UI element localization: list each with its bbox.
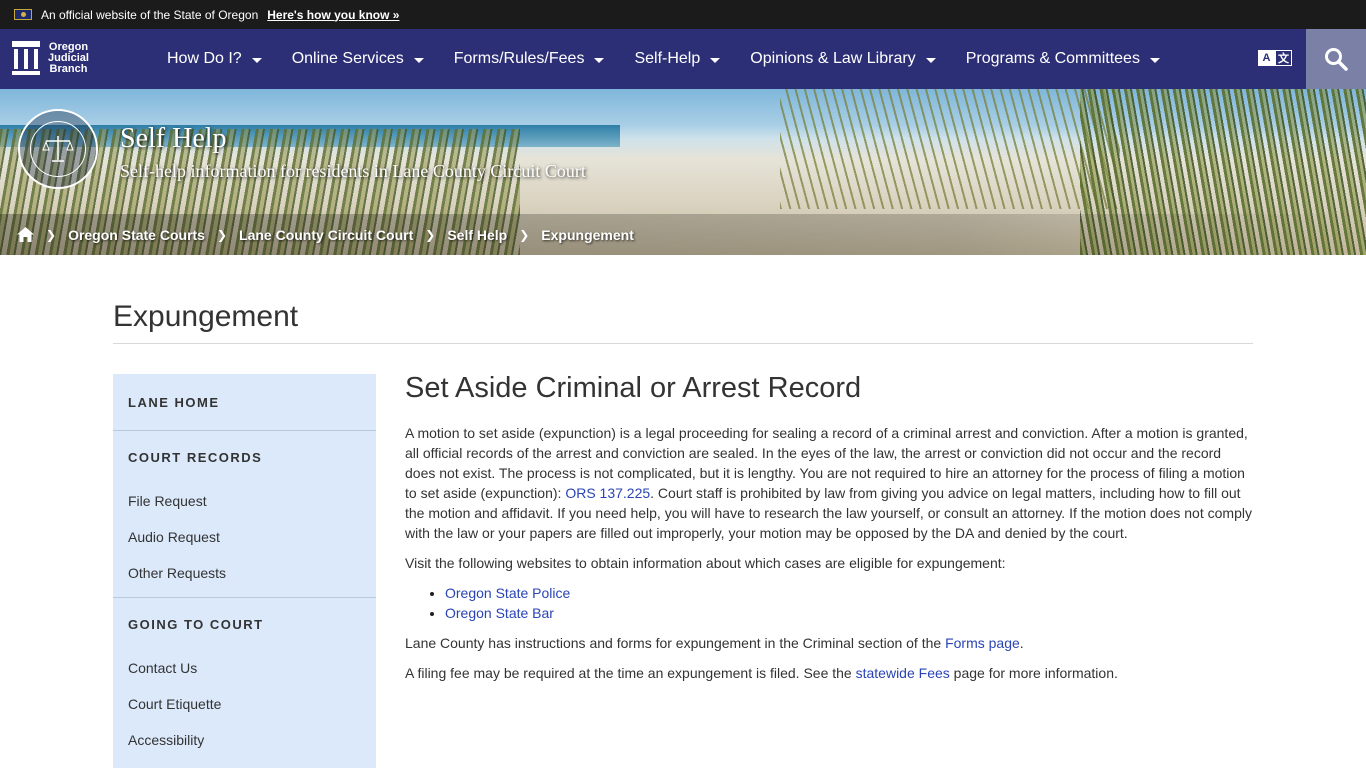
oregon-flag-icon — [14, 9, 32, 20]
chevron-down-icon — [710, 57, 721, 63]
fees-paragraph: A filing fee may be required at the time… — [405, 665, 1118, 681]
nav-forms-rules-fees[interactable]: Forms/Rules/Fees — [439, 50, 620, 68]
breadcrumb-self-help[interactable]: Self Help — [447, 227, 507, 243]
sidebar-item-other-requests[interactable]: Other Requests — [113, 555, 376, 591]
home-icon[interactable] — [17, 227, 34, 242]
breadcrumb-oregon-state-courts[interactable]: Oregon State Courts — [68, 227, 205, 243]
sidebar-item-file-request[interactable]: File Request — [113, 483, 376, 519]
official-banner-text: An official website of the State of Oreg… — [41, 7, 259, 22]
oregon-state-police-link[interactable]: Oregon State Police — [445, 585, 570, 601]
title-divider — [113, 343, 1253, 344]
how-you-know-link[interactable]: Here's how you know » — [267, 8, 399, 22]
nav-opinions-law-library[interactable]: Opinions & Law Library — [735, 50, 950, 68]
hero-grass — [780, 89, 1120, 209]
chevron-down-icon — [925, 57, 936, 63]
courthouse-columns-icon — [12, 41, 40, 75]
list-item: Oregon State Police — [445, 583, 1255, 603]
sidebar: LANE HOME COURT RECORDS File Request Aud… — [113, 374, 376, 768]
sidebar-heading-court-records[interactable]: COURT RECORDS — [113, 431, 376, 483]
statewide-fees-link[interactable]: statewide Fees — [856, 665, 950, 681]
main-navigation: Oregon Judicial Branch How Do I? Online … — [0, 29, 1366, 89]
chevron-right-icon: ❯ — [425, 227, 436, 242]
logo-text: Oregon Judicial Branch — [48, 40, 89, 75]
chevron-down-icon — [1149, 57, 1160, 63]
forms-page-link[interactable]: Forms page — [945, 635, 1020, 651]
sidebar-item-court-etiquette[interactable]: Court Etiquette — [113, 686, 376, 722]
nav-programs-committees[interactable]: Programs & Committees — [951, 50, 1175, 68]
forms-paragraph: Lane County has instructions and forms f… — [405, 635, 1024, 651]
sidebar-item-audio-request[interactable]: Audio Request — [113, 519, 376, 555]
chevron-down-icon — [594, 57, 605, 63]
chevron-right-icon: ❯ — [519, 227, 530, 242]
oregon-state-bar-link[interactable]: Oregon State Bar — [445, 605, 554, 621]
nav-self-help[interactable]: Self-Help — [619, 50, 735, 68]
sidebar-item-contact-us[interactable]: Contact Us — [113, 650, 376, 686]
eligibility-links-list: Oregon State Police Oregon State Bar — [445, 583, 1255, 623]
sidebar-item-accessibility[interactable]: Accessibility — [113, 722, 376, 758]
ors-137-225-link[interactable]: ORS 137.225 — [565, 485, 650, 501]
hero-subtitle: Self-help information for residents in L… — [120, 161, 586, 181]
content-heading: Set Aside Criminal or Arrest Record — [405, 372, 862, 404]
official-banner: An official website of the State of Oreg… — [0, 0, 1366, 29]
chevron-down-icon — [413, 57, 424, 63]
ojb-logo[interactable]: Oregon Judicial Branch — [12, 41, 89, 75]
search-icon — [1325, 48, 1348, 71]
judicial-seal-icon — [18, 109, 98, 189]
nav-menu: How Do I? Online Services Forms/Rules/Fe… — [152, 29, 1175, 89]
sidebar-lane-home[interactable]: LANE HOME — [113, 374, 376, 430]
nav-how-do-i[interactable]: How Do I? — [152, 50, 277, 68]
nav-online-services[interactable]: Online Services — [277, 50, 439, 68]
main-content: Set Aside Criminal or Arrest Record A mo… — [405, 372, 1255, 693]
breadcrumb: ❯ Oregon State Courts ❯ Lane County Circ… — [0, 214, 1366, 255]
list-item: Oregon State Bar — [445, 603, 1255, 623]
chevron-right-icon: ❯ — [46, 227, 57, 242]
intro-paragraph: A motion to set aside (expunction) is a … — [405, 425, 1252, 541]
hero-title: Self Help — [120, 123, 227, 154]
translate-icon[interactable]: A 文 — [1258, 50, 1292, 68]
page-title: Expungement — [113, 300, 299, 333]
eligibility-paragraph: Visit the following websites to obtain i… — [405, 555, 1006, 571]
search-button[interactable] — [1306, 29, 1366, 89]
chevron-down-icon — [251, 57, 262, 63]
sidebar-heading-going-to-court[interactable]: GOING TO COURT — [113, 598, 376, 650]
breadcrumb-expungement: Expungement — [541, 226, 634, 243]
breadcrumb-lane-county-circuit-court[interactable]: Lane County Circuit Court — [239, 227, 413, 243]
hero-banner: Self Help Self-help information for resi… — [0, 89, 1366, 255]
chevron-right-icon: ❯ — [216, 227, 228, 242]
